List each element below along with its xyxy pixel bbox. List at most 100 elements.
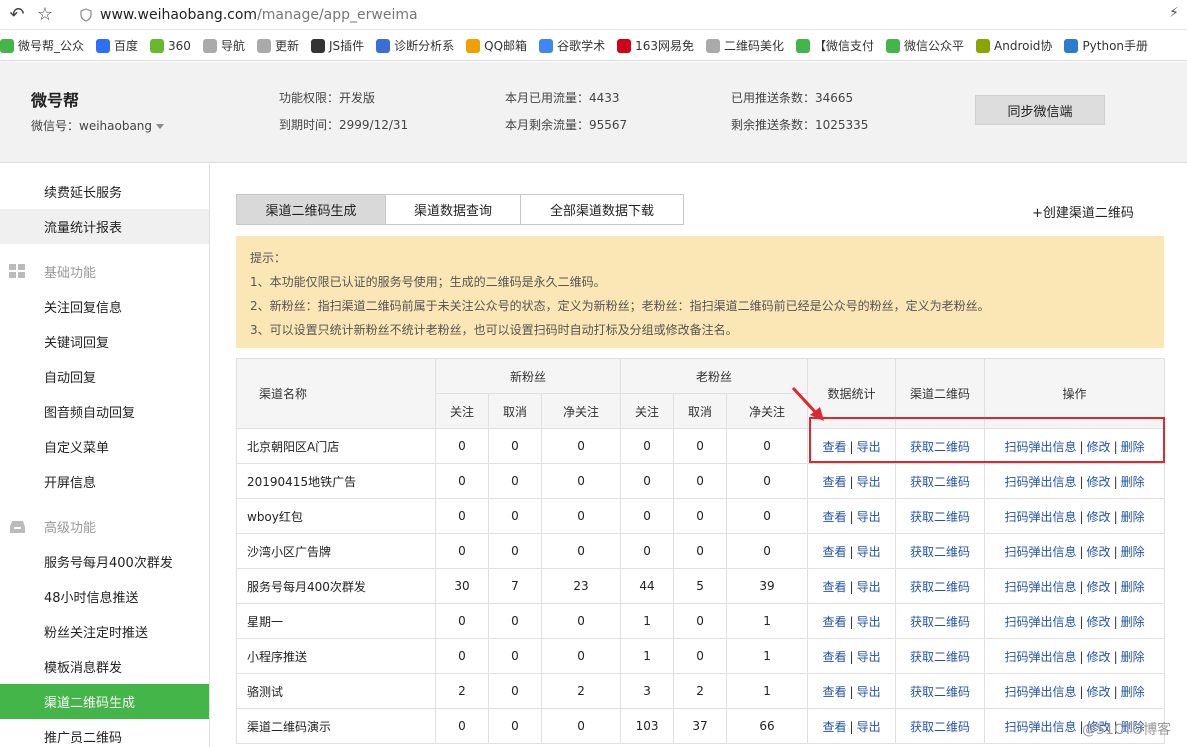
popup-info-link[interactable]: 扫码弹出信息 [1004, 685, 1076, 699]
sync-wechat-button[interactable]: 同步微信端 [975, 95, 1105, 125]
bookmark-item[interactable]: JS插件 [310, 37, 364, 54]
sidebar-item[interactable]: 图音频自动回复 [0, 394, 209, 429]
popup-info-link[interactable]: 扫码弹出信息 [1004, 615, 1076, 629]
edit-link[interactable]: 修改 [1087, 545, 1111, 559]
get-qrcode-link[interactable]: 获取二维码 [910, 650, 970, 664]
export-link[interactable]: 导出 [857, 475, 881, 489]
get-qrcode-link[interactable]: 获取二维码 [910, 685, 970, 699]
old-fans-cell: 2 [673, 673, 728, 709]
sidebar-item[interactable]: 自动回复 [0, 359, 209, 394]
export-link[interactable]: 导出 [857, 650, 881, 664]
delete-link[interactable]: 删除 [1121, 580, 1145, 594]
bookmark-item[interactable]: 导航 [202, 37, 245, 54]
delete-link[interactable]: 删除 [1121, 510, 1145, 524]
sidebar-item[interactable]: 关注回复信息 [0, 289, 209, 324]
export-link[interactable]: 导出 [857, 440, 881, 454]
old-fans-cell: 3 [620, 673, 675, 709]
edit-link[interactable]: 修改 [1087, 475, 1111, 489]
sidebar-item[interactable]: 推广员二维码 [0, 719, 209, 747]
view-link[interactable]: 查看 [823, 475, 847, 489]
delete-link[interactable]: 删除 [1121, 475, 1145, 489]
popup-info-link[interactable]: 扫码弹出信息 [1004, 545, 1076, 559]
bookmark-item[interactable]: 二维码美化 [705, 37, 784, 54]
sidebar-item[interactable]: 关键词回复 [0, 324, 209, 359]
star-icon[interactable]: ☆ [34, 4, 56, 26]
view-link[interactable]: 查看 [823, 510, 847, 524]
new-fans-cell: 0 [488, 498, 542, 534]
view-link[interactable]: 查看 [823, 440, 847, 454]
get-qrcode-link[interactable]: 获取二维码 [910, 580, 970, 594]
bookmark-item[interactable]: 【微信支付 [796, 37, 874, 54]
get-qrcode-link[interactable]: 获取二维码 [910, 475, 970, 489]
sidebar-item[interactable]: 服务号每月400次群发 [0, 544, 209, 579]
wechat-id-dropdown[interactable]: 微信号：weihaobang [31, 117, 165, 134]
edit-link[interactable]: 修改 [1087, 580, 1111, 594]
sidebar-item[interactable]: 渠道二维码生成 [0, 684, 209, 719]
view-link[interactable]: 查看 [823, 545, 847, 559]
delete-link[interactable]: 删除 [1121, 440, 1145, 454]
bookmark-item[interactable]: 百度 [96, 37, 138, 54]
popup-info-link[interactable]: 扫码弹出信息 [1004, 475, 1076, 489]
sidebar-item[interactable]: 自定义菜单 [0, 429, 209, 464]
view-link[interactable]: 查看 [823, 650, 847, 664]
delete-link[interactable]: 删除 [1121, 615, 1145, 629]
sidebar-item[interactable]: 粉丝关注定时推送 [0, 614, 209, 649]
export-link[interactable]: 导出 [857, 615, 881, 629]
get-qrcode-link[interactable]: 获取二维码 [910, 510, 970, 524]
popup-info-link[interactable]: 扫码弹出信息 [1004, 510, 1076, 524]
delete-link[interactable]: 删除 [1121, 650, 1145, 664]
bookmark-item[interactable]: 163网易免 [617, 37, 694, 54]
tab-channel-query[interactable]: 渠道数据查询 [385, 194, 521, 225]
edit-link[interactable]: 修改 [1087, 510, 1111, 524]
tab-download-all[interactable]: 全部渠道数据下载 [520, 194, 684, 225]
export-link[interactable]: 导出 [857, 510, 881, 524]
bookmark-item[interactable]: Android协 [976, 37, 1052, 54]
new-fans-cell: 0 [488, 638, 542, 674]
popup-info-link[interactable]: 扫码弹出信息 [1004, 580, 1076, 594]
separator: | [849, 719, 854, 734]
view-link[interactable]: 查看 [823, 615, 847, 629]
popup-info-link[interactable]: 扫码弹出信息 [1004, 440, 1076, 454]
stats-cell: 查看 | 导出 [807, 638, 897, 674]
bookmark-item[interactable]: 微号帮_公众 [0, 37, 84, 54]
header-new-net: 净关注 [540, 393, 622, 429]
tab-qrcode-generate[interactable]: 渠道二维码生成 [236, 194, 386, 225]
bookmark-item[interactable]: 诊断分析系 [376, 37, 454, 54]
new-fans-cell: 0 [435, 603, 489, 639]
edit-link[interactable]: 修改 [1087, 440, 1111, 454]
sidebar-item[interactable]: 48小时信息推送 [0, 579, 209, 614]
sidebar-item-flow-report[interactable]: 流量统计报表 [0, 209, 209, 244]
view-link[interactable]: 查看 [823, 685, 847, 699]
sidebar-item[interactable]: 开屏信息 [0, 464, 209, 499]
edit-link[interactable]: 修改 [1087, 650, 1111, 664]
export-link[interactable]: 导出 [857, 545, 881, 559]
view-link[interactable]: 查看 [823, 580, 847, 594]
get-qrcode-link[interactable]: 获取二维码 [910, 615, 970, 629]
bookmark-item[interactable]: 谷歌学术 [539, 37, 605, 54]
bookmark-item[interactable]: 360 [150, 38, 191, 53]
edit-link[interactable]: 修改 [1087, 615, 1111, 629]
used-flow-text: 本月已用流量：4433 [505, 91, 620, 105]
export-link[interactable]: 导出 [857, 685, 881, 699]
edit-link[interactable]: 修改 [1087, 685, 1111, 699]
export-link[interactable]: 导出 [857, 720, 881, 734]
delete-link[interactable]: 删除 [1121, 685, 1145, 699]
sidebar-item-renew[interactable]: 续费延长服务 [0, 174, 209, 209]
bookmark-item[interactable]: QQ邮箱 [466, 37, 527, 54]
bookmark-item[interactable]: Python手册 [1064, 37, 1148, 54]
sidebar-item[interactable]: 模板消息群发 [0, 649, 209, 684]
popup-info-link[interactable]: 扫码弹出信息 [1004, 650, 1076, 664]
create-qrcode-link[interactable]: +创建渠道二维码 [1032, 202, 1134, 221]
back-icon[interactable]: ↶ [6, 4, 28, 26]
get-qrcode-link[interactable]: 获取二维码 [910, 720, 970, 734]
get-qrcode-link[interactable]: 获取二维码 [910, 545, 970, 559]
bookmark-item[interactable]: 更新 [256, 37, 299, 54]
bookmark-item[interactable]: 微信公众平 [886, 37, 964, 54]
delete-link[interactable]: 删除 [1121, 545, 1145, 559]
popup-info-link[interactable]: 扫码弹出信息 [1004, 720, 1076, 734]
lightning-icon[interactable]: ⚡ [1169, 5, 1179, 21]
url-field[interactable]: www.weihaobang.com/manage/app_erweima [80, 7, 418, 23]
export-link[interactable]: 导出 [857, 580, 881, 594]
view-link[interactable]: 查看 [823, 720, 847, 734]
get-qrcode-link[interactable]: 获取二维码 [910, 440, 970, 454]
